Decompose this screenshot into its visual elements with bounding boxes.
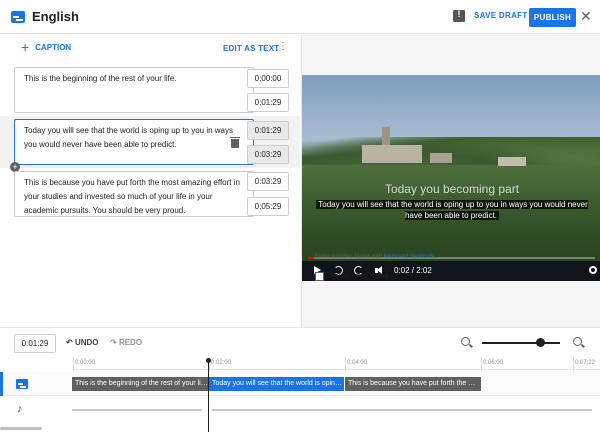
pause-while-typing-checkbox[interactable] (315, 272, 324, 281)
zoom-in-icon[interactable] (573, 337, 582, 346)
ruler-tick: 0:00:00 (72, 357, 96, 371)
timeline-scrollbar[interactable] (0, 427, 42, 430)
cue-end-time[interactable]: 0:03:29 (247, 145, 289, 164)
cue-end-time[interactable]: 0:01:29 (247, 93, 289, 112)
timeline-segment[interactable]: This is because you have put forth the m… (345, 377, 482, 391)
audio-waveform (72, 409, 202, 411)
timeline-segment[interactable]: This is the beginning of the rest of you… (72, 377, 209, 391)
cue-text-input[interactable]: Today you will see that the world is opi… (14, 119, 254, 165)
playhead[interactable] (206, 358, 211, 432)
close-icon[interactable]: ✕ (580, 9, 592, 23)
language-title: English (32, 9, 79, 24)
subtitle-editor: English SAVE DRAFT PUBLISH ✕ + CAPTION E… (0, 0, 600, 432)
subtitles-icon (11, 11, 25, 23)
caption-cue-active: Today you will see that the world is opi… (0, 116, 300, 168)
audio-track: ♪ (0, 397, 600, 421)
pause-while-typing-label: Pause while typing (330, 273, 389, 280)
zoom-slider-thumb[interactable] (536, 338, 545, 347)
zoom-slider[interactable] (482, 342, 560, 344)
caption-editor: + CAPTION EDIT AS TEXT ⋮ This is the beg… (0, 35, 300, 327)
cue-end-time[interactable]: 0:05:29 (247, 197, 289, 216)
redo-button[interactable]: ↷ REDO (110, 338, 142, 347)
edit-as-text-button[interactable]: EDIT AS TEXT (223, 44, 279, 53)
audio-waveform (212, 409, 592, 411)
subtitle-overlay: Today you will see that the world is opi… (314, 199, 590, 221)
current-time-input[interactable]: 0:01:29 (14, 334, 56, 353)
track-selected-indicator (0, 372, 3, 396)
plus-icon: + (21, 39, 30, 55)
editor-header: English SAVE DRAFT PUBLISH ✕ (0, 0, 600, 34)
subtitle-ghost: Today you becoming part (384, 182, 520, 196)
publish-button[interactable]: PUBLISH (529, 8, 576, 27)
caption-track: This is the beginning of the rest of you… (0, 372, 600, 396)
hint-text: Enter subtitles faster with (315, 254, 384, 260)
ruler-tick: 0:06:00 (480, 357, 504, 371)
add-caption-button[interactable]: + CAPTION (21, 39, 72, 55)
ruler-tick: 0:07:22 (572, 357, 596, 371)
redo-label: REDO (118, 338, 143, 347)
ruler-tick: 0:04:00 (344, 357, 368, 371)
zoom-out-icon[interactable] (461, 337, 470, 346)
music-icon: ♪ (17, 403, 23, 415)
video-building (498, 157, 526, 166)
cue-text-input[interactable]: This is the beginning of the rest of you… (14, 67, 254, 113)
caption-cue: This is the beginning of the rest of you… (0, 62, 300, 116)
caption-cue: This is because you have put forth the m… (0, 168, 300, 220)
timeline: 0:01:29 ↶ UNDO ↷ REDO 0:00:00 0:02:00 0:… (0, 327, 600, 432)
shortcut-hint: Enter subtitles faster with keyboard sho… (315, 254, 436, 260)
video-building (430, 153, 452, 163)
cue-start-time[interactable]: 0:03:29 (247, 172, 289, 191)
more-options-icon[interactable]: ⋮ (278, 42, 288, 52)
progress-fill (308, 257, 314, 259)
keyboard-shortcuts-link[interactable]: keyboard shortcuts (384, 254, 435, 260)
delete-cue-icon[interactable] (230, 137, 240, 148)
save-draft-button[interactable]: SAVE DRAFT (474, 11, 528, 20)
cue-text-input[interactable]: This is because you have put forth the m… (14, 171, 254, 217)
settings-icon[interactable] (589, 266, 597, 274)
feedback-icon[interactable] (453, 9, 465, 22)
preview-panel: Today you becoming part Today you will s… (301, 35, 600, 327)
time-readout: 0:02 / 2:02 (394, 266, 432, 275)
subtitles-icon (16, 379, 28, 389)
video-player[interactable]: Today you becoming part Today you will s… (302, 75, 600, 281)
add-caption-label: CAPTION (35, 42, 72, 52)
cue-start-time[interactable]: 0:00:00 (247, 69, 289, 88)
undo-button[interactable]: ↶ UNDO (66, 338, 99, 347)
ruler-tick: 0:02:00 (208, 357, 232, 371)
video-building (362, 145, 422, 163)
cue-start-time[interactable]: 0:01:29 (247, 121, 289, 140)
hint-suffix: . (434, 254, 437, 260)
undo-label: UNDO (74, 338, 99, 347)
time-ruler: 0:00:00 0:02:00 0:04:00 0:06:00 0:07:22 (72, 356, 600, 371)
subtitle-text: Today you will see that the world is opi… (316, 200, 588, 220)
timeline-segment-active[interactable]: Today you will see that the world is opi… (209, 377, 345, 391)
